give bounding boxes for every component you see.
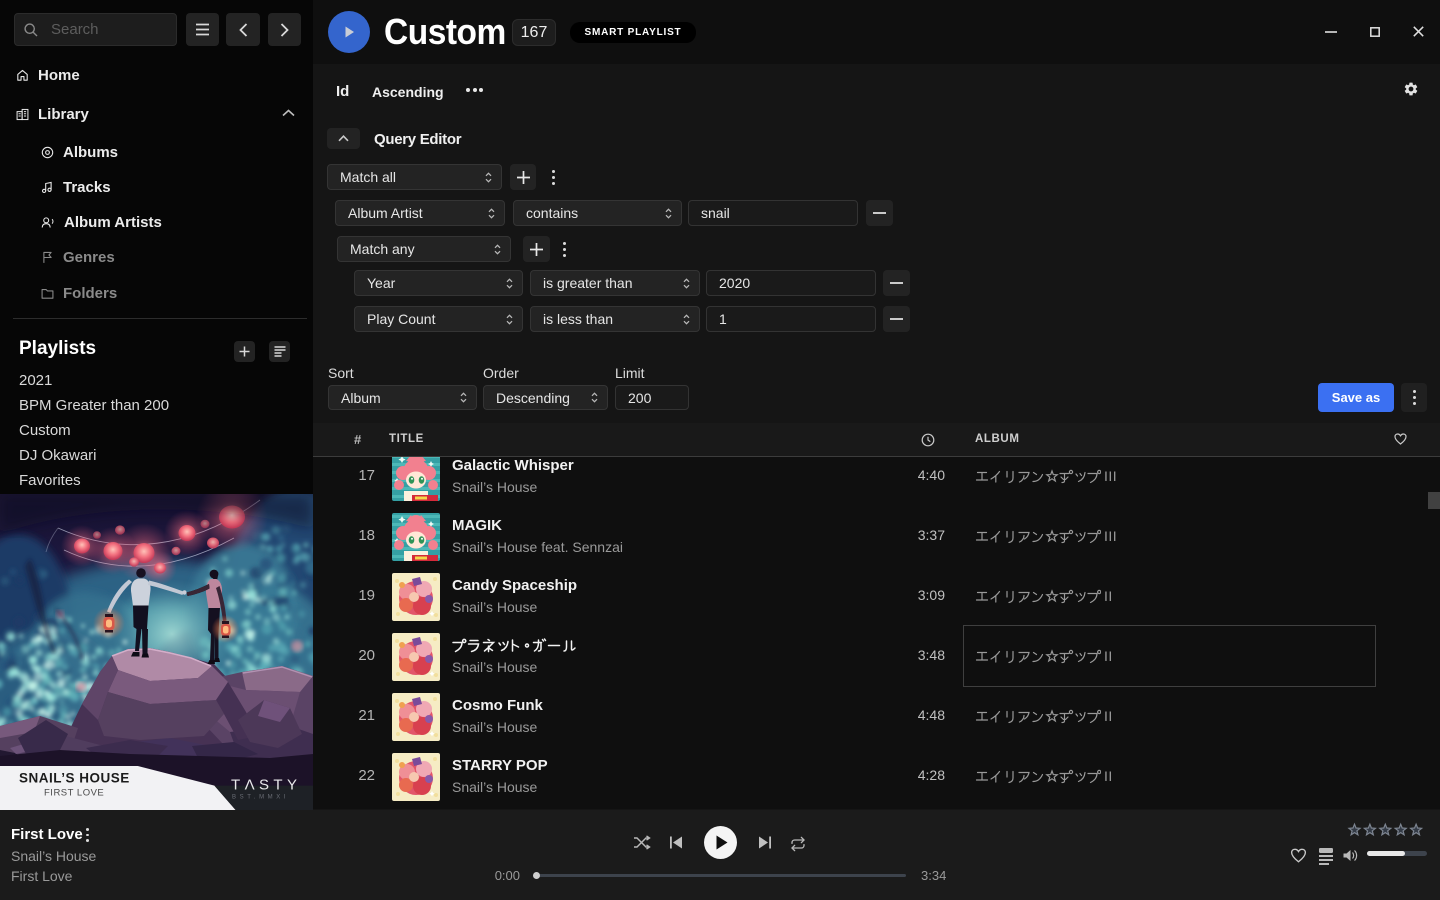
svg-text:TΛSTY: TΛSTY: [231, 777, 301, 794]
svg-text:BST.MMXI: BST.MMXI: [232, 795, 289, 801]
svg-text:FIRST LOVE: FIRST LOVE: [44, 788, 104, 799]
svg-text:SNAIL’S HOUSE: SNAIL’S HOUSE: [19, 771, 130, 786]
